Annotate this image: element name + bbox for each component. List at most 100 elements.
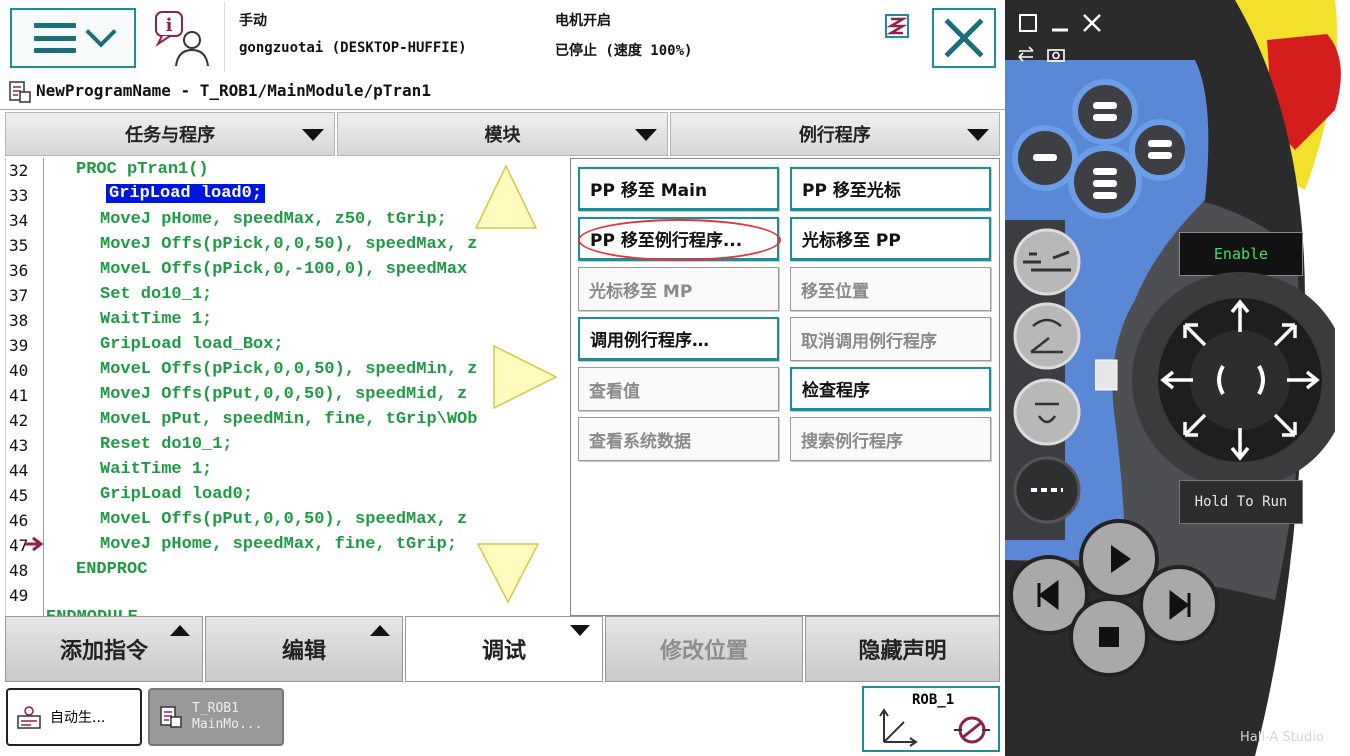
code-line-clipped[interactable]: ENDMODULE — [46, 608, 138, 616]
hide-declarations-button[interactable]: 隐藏声明 — [805, 616, 1000, 682]
scroll-up-arrow-icon[interactable] — [474, 162, 538, 232]
view-value-button[interactable]: 查看值 — [578, 367, 779, 411]
code-line[interactable]: MoveJ pHome, speedMax, fine, tGrip; — [100, 535, 457, 554]
coordinate-axes-icon — [879, 708, 918, 747]
swap-icon[interactable] — [1017, 46, 1035, 62]
window-controls — [1017, 12, 1127, 42]
taskbar-item-autoproduction[interactable]: 自动生... — [6, 688, 142, 746]
cursor-to-pp-button[interactable]: 光标移至 PP — [790, 217, 991, 261]
add-instruction-button[interactable]: 添加指令 — [5, 616, 203, 682]
toolbar-label: 调试 — [481, 639, 526, 664]
close-window-icon[interactable] — [1081, 12, 1103, 34]
code-line[interactable]: MoveJ Offs(pPut,0,0,50), speedMid, z — [100, 385, 467, 404]
code-line[interactable]: Reset do10_1; — [100, 435, 233, 454]
dropdown-arrow-icon — [302, 129, 325, 141]
quickset-mechanical-unit-button[interactable]: ROB_1 — [862, 686, 1000, 752]
dropdown-label: 模块 — [484, 125, 521, 146]
prog-key-1[interactable] — [1072, 79, 1138, 145]
program-pointer-icon — [25, 536, 44, 552]
code-line[interactable]: MoveL pPut, speedMin, fine, tGrip\WOb — [100, 410, 477, 429]
debug-button[interactable]: 调试 — [405, 616, 603, 682]
run-keys — [1009, 519, 1219, 677]
code-line[interactable]: WaitTime 1; — [100, 460, 212, 479]
modify-position-button[interactable]: 修改位置 — [605, 616, 803, 682]
code-line-selected[interactable]: GripLoad load0; — [106, 184, 266, 203]
controller-label: gongzuotai (DESKTOP-HUFFIE) — [239, 40, 467, 56]
line-number: 48 — [9, 561, 29, 580]
code-line[interactable]: MoveJ pHome, speedMax, z50, tGrip; — [100, 210, 447, 229]
toolbar-label: 添加指令 — [59, 639, 148, 664]
caret-up-icon — [370, 625, 390, 636]
prog-key-4[interactable] — [1129, 119, 1185, 181]
line-number: 43 — [9, 436, 29, 455]
toolbar-label: 修改位置 — [659, 639, 748, 664]
incremental-off-icon — [954, 716, 990, 744]
caret-up-icon — [170, 625, 190, 636]
motor-status: 电机开启 — [555, 13, 611, 29]
program-path-bar: NewProgramName - T_ROB1/MainModule/pTran… — [0, 74, 1005, 110]
motion-mode-key[interactable] — [1013, 302, 1081, 370]
scroll-right-arrow-icon[interactable] — [490, 342, 560, 412]
editor-dropdown-bar: 任务与程序 模块 例行程序 — [5, 112, 1000, 156]
code-line[interactable]: MoveL Offs(pPick,0,0,50), speedMin, z — [100, 360, 477, 379]
routines-dropdown[interactable]: 例行程序 — [669, 112, 1000, 156]
line-number: 32 — [9, 161, 29, 180]
watermark: Hall-A Studio — [1240, 730, 1324, 745]
mode-label: 手动 — [239, 13, 267, 29]
stop-icon — [1099, 627, 1119, 647]
tasks-programs-dropdown[interactable]: 任务与程序 — [5, 112, 336, 156]
check-program-button[interactable]: 检查程序 — [790, 367, 991, 411]
line-number: 33 — [9, 186, 29, 205]
cursor-to-mp-button[interactable]: 光标移至 MP — [578, 267, 779, 311]
line-number: 35 — [9, 236, 29, 255]
code-line[interactable]: GripLoad load0; — [100, 485, 253, 504]
search-routine-button[interactable]: 搜索例行程序 — [790, 417, 991, 461]
line-number: 37 — [9, 286, 29, 305]
program-editor-icon — [9, 81, 31, 103]
code-line[interactable]: MoveL Offs(pPick,0,-100,0), speedMax — [100, 260, 467, 279]
line-number: 39 — [9, 336, 29, 355]
debug-popup-menu: PP 移至 Main PP 移至光标 PP 移至例行程序... 光标移至 PP … — [570, 158, 1000, 616]
taskbar-item-program-editor[interactable]: T_ROB1 MainMo... — [148, 688, 284, 746]
view-system-data-button[interactable]: 查看系统数据 — [578, 417, 779, 461]
toolbar-label: 编辑 — [281, 639, 326, 664]
dropdown-label: 任务与程序 — [125, 125, 216, 146]
restore-window-icon[interactable] — [1017, 12, 1039, 34]
pp-to-main-button[interactable]: PP 移至 Main — [578, 167, 779, 211]
cancel-call-routine-button[interactable]: 取消调用例行程序 — [790, 317, 991, 361]
taskbar-label: MainMo... — [192, 717, 263, 732]
caret-down-icon — [570, 625, 590, 636]
pp-to-routine-button[interactable]: PP 移至例行程序... — [578, 217, 779, 261]
call-routine-button[interactable]: 调用例行程序… — [578, 317, 779, 361]
code-line[interactable]: MoveJ Offs(pPick,0,0,50), speedMax, z — [100, 235, 477, 254]
move-to-position-button[interactable]: 移至位置 — [790, 267, 991, 311]
scroll-down-arrow-icon[interactable] — [476, 540, 540, 606]
code-line[interactable]: GripLoad load_Box; — [100, 335, 284, 354]
modules-dropdown[interactable]: 模块 — [337, 112, 668, 156]
code-line[interactable]: MoveL Offs(pPut,0,0,50), speedMax, z — [100, 510, 467, 529]
quickset-icon[interactable] — [885, 14, 909, 38]
camera-icon[interactable] — [1047, 46, 1065, 62]
minimize-window-icon[interactable] — [1049, 12, 1071, 34]
pp-to-cursor-button[interactable]: PP 移至光标 — [790, 167, 991, 211]
program-editor-icon — [160, 706, 182, 728]
edit-button[interactable]: 编辑 — [205, 616, 403, 682]
line-number: 49 — [9, 586, 29, 605]
dropdown-label: 例行程序 — [798, 125, 871, 146]
code-line[interactable]: Set do10_1; — [100, 285, 212, 304]
dropdown-arrow-icon — [634, 129, 657, 141]
production-window-icon — [17, 706, 41, 729]
line-number: 42 — [9, 411, 29, 430]
mechanical-unit-label: ROB_1 — [912, 692, 955, 708]
line-number: 45 — [9, 486, 29, 505]
main-menu-button[interactable] — [10, 8, 136, 68]
close-button[interactable] — [932, 8, 996, 68]
code-line[interactable]: WaitTime 1; — [100, 310, 212, 329]
joystick[interactable] — [1095, 270, 1335, 500]
line-number: 36 — [9, 261, 29, 280]
reorient-mode-key[interactable] — [1013, 378, 1081, 446]
event-log-icon[interactable]: i — [152, 10, 216, 68]
flexpendant-hardware: Enable Hold To Run Hall-A Studio — [1005, 0, 1350, 756]
code-line[interactable]: PROC pTran1() — [76, 160, 209, 179]
code-line[interactable]: ENDPROC — [76, 560, 147, 579]
